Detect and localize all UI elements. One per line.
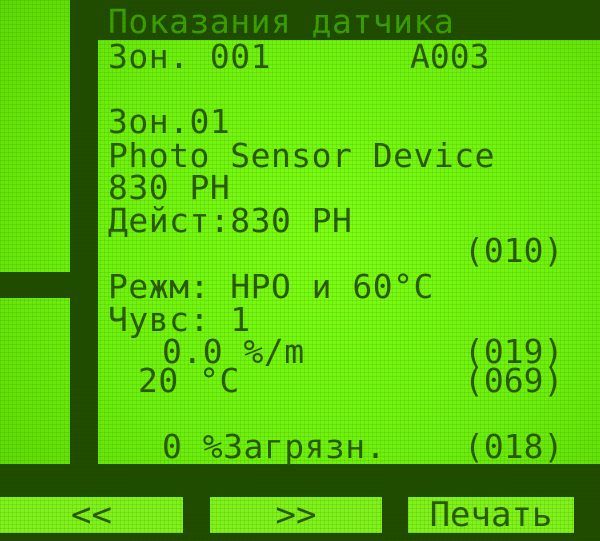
code-018: (018) <box>464 427 564 466</box>
mode-line: Режм: HPO и 60°C <box>108 267 434 306</box>
prev-softkey[interactable]: << <box>0 497 183 533</box>
left-panel-separator <box>0 272 98 298</box>
temperature-value: 20 °C <box>138 361 240 400</box>
code-010: (010) <box>464 231 564 270</box>
zone-number-label: Зон. 001 <box>108 37 271 76</box>
print-softkey[interactable]: Печать <box>408 497 574 533</box>
device-model: 830 PH <box>108 168 231 207</box>
code-069: (069) <box>464 361 564 400</box>
device-address-label: A003 <box>410 37 490 76</box>
next-softkey[interactable]: >> <box>210 497 382 533</box>
screen-title: Показания датчика <box>108 2 455 41</box>
contamination-value: 0 %Загрязн. <box>162 427 387 466</box>
bottom-separator <box>0 464 600 498</box>
left-vertical-divider <box>70 0 98 500</box>
lcd-screen: Показания датчика Зон. 001 A003 Зон.01 P… <box>0 0 600 541</box>
actual-device: Дейст:830 PH <box>108 201 353 240</box>
zone-line: Зон.01 <box>108 102 231 141</box>
